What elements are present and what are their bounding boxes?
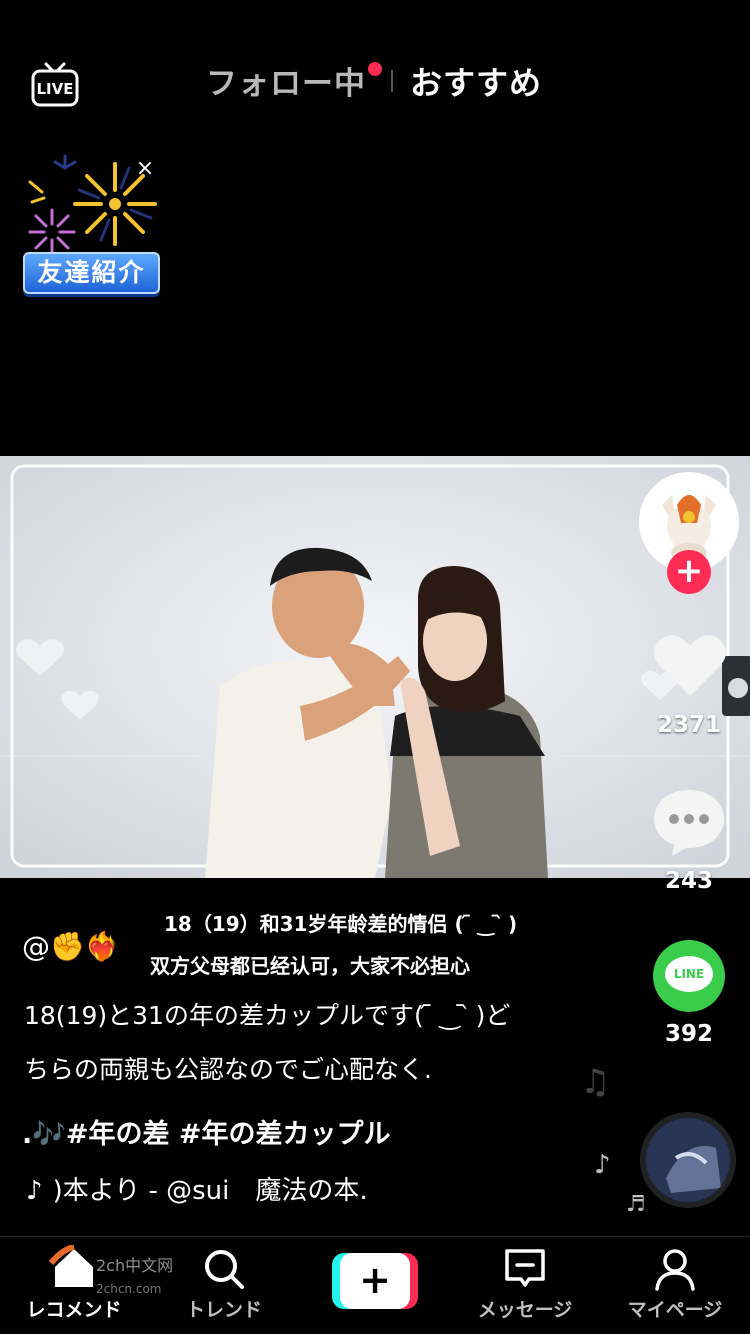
tab-following[interactable]: フォロー中 (206, 58, 366, 103)
nav-trend[interactable]: トレンド (164, 1237, 284, 1334)
caption-line-2: ちらの両親も公認なのでご心配なく. (24, 1055, 432, 1084)
watermark-url: 2chcn.com (96, 1282, 162, 1296)
music-disc[interactable] (640, 1112, 736, 1208)
hashtags[interactable]: .🎶#年の差 #年の差カップル (22, 1112, 391, 1151)
message-icon (505, 1249, 545, 1287)
music-note-icon: ♪ (26, 1176, 43, 1206)
cn-subtitle-title: 18（19）和31岁年龄差的情侣 ( ᷇ ‿ ᷆ ) (164, 912, 518, 936)
follow-plus-button[interactable]: + (667, 550, 711, 594)
music-note-icon: ♫ (580, 1062, 611, 1102)
cn-subtitle-line: 双方父母都已经认可，大家不必担心 (150, 954, 470, 978)
comment-icon[interactable] (652, 786, 726, 858)
music-note-icon: ♪ (594, 1150, 611, 1180)
comment-count: 243 (664, 868, 713, 894)
music-note-icon: ♬ (626, 1192, 646, 1217)
music-title-row[interactable]: ♪ )本より - @sui 魔法の本. (26, 1170, 368, 1207)
close-icon[interactable]: × (134, 158, 156, 180)
tab-divider (391, 70, 393, 92)
heart-icon[interactable] (652, 630, 728, 700)
line-share-button[interactable]: LINE (653, 940, 725, 1012)
share-count: 392 (664, 1021, 713, 1047)
plus-icon: + (340, 1253, 410, 1309)
video-player[interactable] (0, 456, 750, 878)
profile-icon (655, 1249, 695, 1291)
top-tabs: フォロー中 おすすめ (0, 58, 750, 108)
caption-line-1: 18(19)と31の年の差カップルです( ᷇ ‿ ᷆ )ど (24, 1001, 511, 1030)
nav-home-label: レコメンド (26, 1299, 122, 1321)
nav-profile[interactable]: マイページ (616, 1237, 734, 1334)
watermark: 2ch中文网 (96, 1256, 174, 1275)
search-icon (205, 1250, 244, 1289)
nav-messages-label: メッセージ (477, 1299, 573, 1321)
music-cover-image (646, 1118, 730, 1202)
video-frame-image (0, 456, 750, 878)
tab-recommended[interactable]: おすすめ (410, 58, 542, 104)
nav-trend-label: トレンド (185, 1299, 262, 1321)
music-title: )本より - @sui 魔法の本. (52, 1176, 368, 1206)
nav-profile-label: マイページ (627, 1299, 723, 1321)
line-icon: LINE (665, 956, 713, 992)
create-button[interactable]: + (332, 1253, 418, 1309)
author-handle[interactable]: @✊❤️‍🔥 (22, 930, 120, 963)
friend-intro-button[interactable]: 友達紹介 (23, 252, 160, 294)
nav-messages[interactable]: メッセージ (464, 1237, 586, 1334)
new-content-dot (368, 62, 382, 76)
home-icon (49, 1245, 93, 1287)
like-count: 2371 (656, 712, 721, 738)
